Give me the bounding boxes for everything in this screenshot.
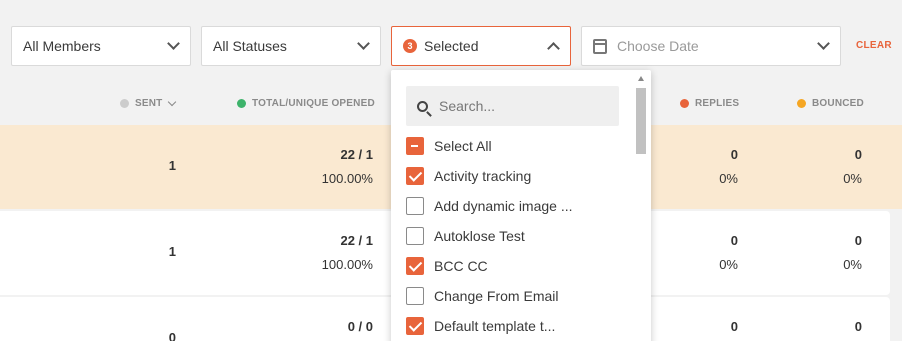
checkbox[interactable] <box>406 167 424 185</box>
option-label: Default template t... <box>434 318 556 334</box>
option-select-all[interactable]: Select All <box>406 137 492 155</box>
option-label: Activity tracking <box>434 168 532 184</box>
search-icon <box>417 100 428 112</box>
opened-column-header[interactable]: TOTAL/UNIQUE OPENED <box>237 98 375 109</box>
option-label: Add dynamic image ... <box>434 198 573 214</box>
option-item[interactable]: BCC CC <box>406 257 488 275</box>
option-label: Select All <box>434 138 492 154</box>
option-label: BCC CC <box>434 258 488 274</box>
replies-column-header[interactable]: REPLIES <box>680 98 739 109</box>
checkbox[interactable] <box>406 257 424 275</box>
statuses-filter[interactable]: All Statuses <box>201 26 381 66</box>
option-label: Change From Email <box>434 288 559 304</box>
checkbox[interactable] <box>406 197 424 215</box>
opened-column-label: TOTAL/UNIQUE OPENED <box>252 98 375 109</box>
bounced-value: 0 <box>854 233 862 248</box>
selected-count-badge: 3 <box>403 39 417 53</box>
statuses-filter-label: All Statuses <box>213 38 287 54</box>
dropdown-search[interactable] <box>406 86 619 126</box>
opened-percent: 100.00% <box>321 171 373 186</box>
checkbox[interactable] <box>406 227 424 245</box>
templates-filter[interactable]: 3 Selected <box>391 26 571 66</box>
checkbox[interactable] <box>406 137 424 155</box>
bounced-column-label: BOUNCED <box>812 98 864 109</box>
date-filter[interactable]: Choose Date <box>581 26 841 66</box>
sent-column-label: SENT <box>135 98 163 109</box>
scroll-up-arrow-icon[interactable] <box>638 76 644 81</box>
date-filter-placeholder: Choose Date <box>617 38 699 54</box>
members-filter[interactable]: All Members <box>11 26 191 66</box>
checkbox[interactable] <box>406 317 424 335</box>
opened-dot-icon <box>237 99 246 108</box>
chevron-down-icon <box>817 37 830 50</box>
bounced-value: 0 <box>854 319 862 334</box>
calendar-icon <box>593 38 607 54</box>
replies-value: 0 <box>730 233 738 248</box>
option-item[interactable]: Activity tracking <box>406 167 531 185</box>
option-item[interactable]: Autoklose Test <box>406 227 525 245</box>
members-filter-label: All Members <box>23 38 101 54</box>
scrollbar-thumb[interactable] <box>636 88 646 154</box>
replies-value: 0 <box>730 319 738 334</box>
replies-column-label: REPLIES <box>695 98 740 109</box>
chevron-down-icon <box>167 37 180 50</box>
option-item[interactable]: Default template t... <box>406 317 555 335</box>
templates-dropdown: Select All Activity tracking Add dynamic… <box>391 70 651 341</box>
clear-filters-button[interactable]: CLEAR <box>856 40 892 51</box>
sent-dot-icon <box>120 99 129 108</box>
templates-filter-label: Selected <box>424 38 479 54</box>
sent-value: 1 <box>168 244 176 259</box>
chevron-down-icon <box>357 37 370 50</box>
sent-value: 1 <box>168 158 176 173</box>
bounced-value: 0 <box>854 147 862 162</box>
replies-percent: 0% <box>719 171 738 186</box>
replies-dot-icon <box>680 99 689 108</box>
search-input[interactable] <box>439 98 599 114</box>
replies-percent: 0% <box>719 257 738 272</box>
opened-percent: 100.00% <box>321 257 373 272</box>
dropdown-scrollbar[interactable] <box>636 76 646 341</box>
option-item[interactable]: Add dynamic image ... <box>406 197 573 215</box>
option-label: Autoklose Test <box>434 228 525 244</box>
bounced-column-header[interactable]: BOUNCED <box>797 98 864 109</box>
checkbox[interactable] <box>406 287 424 305</box>
replies-value: 0 <box>730 147 738 162</box>
opened-value: 0 / 0 <box>347 319 373 334</box>
bounced-percent: 0% <box>843 171 862 186</box>
opened-value: 22 / 1 <box>340 233 373 248</box>
sent-value: 0 <box>168 330 176 341</box>
bounced-dot-icon <box>797 99 806 108</box>
chevron-up-icon <box>547 41 560 55</box>
bounced-percent: 0% <box>843 257 862 272</box>
sort-chevron-icon <box>168 97 177 106</box>
option-item[interactable]: Change From Email <box>406 287 559 305</box>
opened-value: 22 / 1 <box>340 147 373 162</box>
sent-column-header[interactable]: SENT <box>120 97 177 109</box>
